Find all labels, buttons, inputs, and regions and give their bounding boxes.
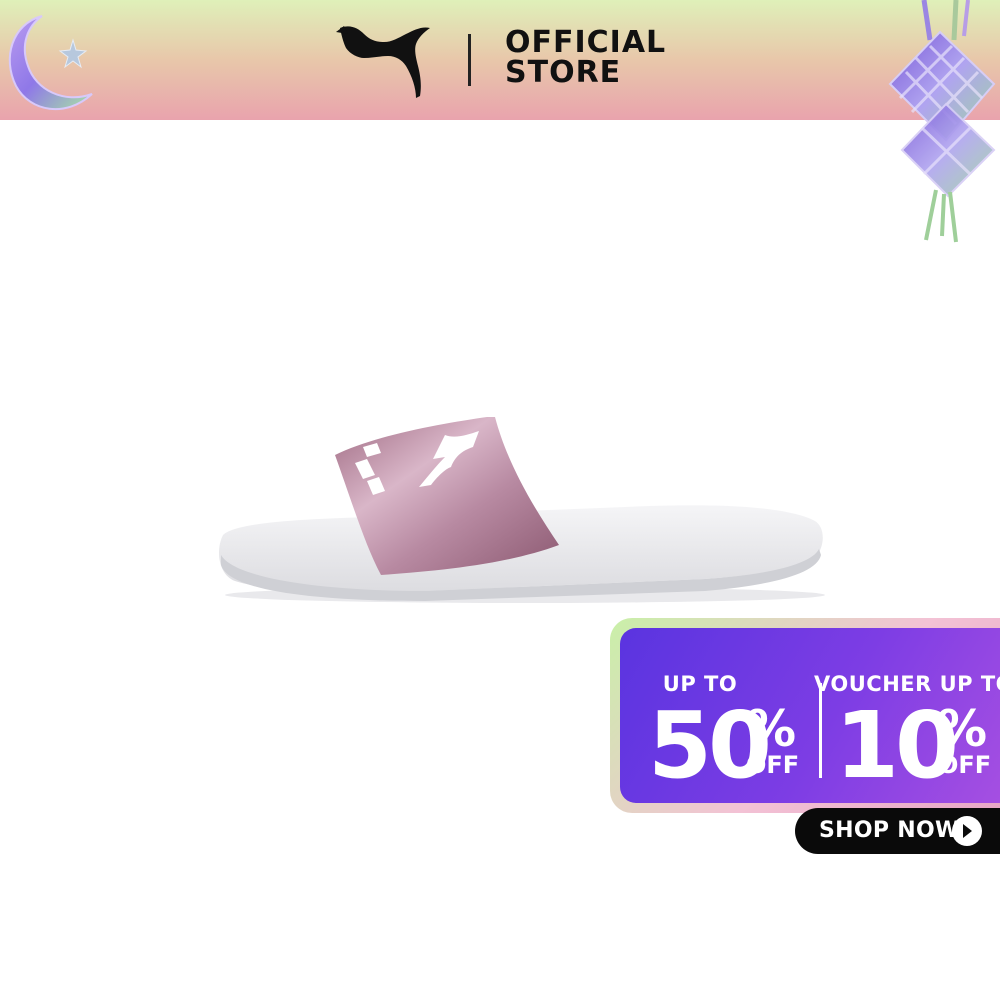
shop-now-label: SHOP NOW bbox=[819, 818, 960, 843]
discount-percent-sign: % bbox=[746, 700, 797, 758]
voucher-offer: VOUCHER UP TO 10 % OFF bbox=[814, 628, 1000, 803]
voucher-percent-sign: % bbox=[937, 700, 988, 758]
shop-now-button[interactable]: SHOP NOW bbox=[795, 808, 1000, 854]
discount-offer: UP TO 50 % OFF bbox=[620, 628, 810, 803]
voucher-off-label: OFF bbox=[938, 751, 992, 779]
promo-banner[interactable]: UP TO 50 % OFF VOUCHER UP TO 10 % OFF bbox=[610, 618, 1000, 813]
brand-lockup[interactable]: OFFICIAL STORE bbox=[336, 18, 665, 102]
puma-slide-sandal-image bbox=[219, 417, 825, 603]
ketupat-icon bbox=[888, 0, 996, 243]
promo-panel: UP TO 50 % OFF VOUCHER UP TO 10 % OFF bbox=[620, 628, 1000, 803]
puma-logo bbox=[336, 26, 430, 98]
arrow-right-icon bbox=[952, 816, 982, 846]
official-store-label: OFFICIAL STORE bbox=[505, 25, 667, 90]
brand-divider bbox=[468, 34, 471, 86]
crescent-moon-star-icon bbox=[8, 15, 93, 111]
discount-off-label: OFF bbox=[746, 751, 800, 779]
header-banner: OFFICIAL STORE bbox=[0, 0, 1000, 243]
